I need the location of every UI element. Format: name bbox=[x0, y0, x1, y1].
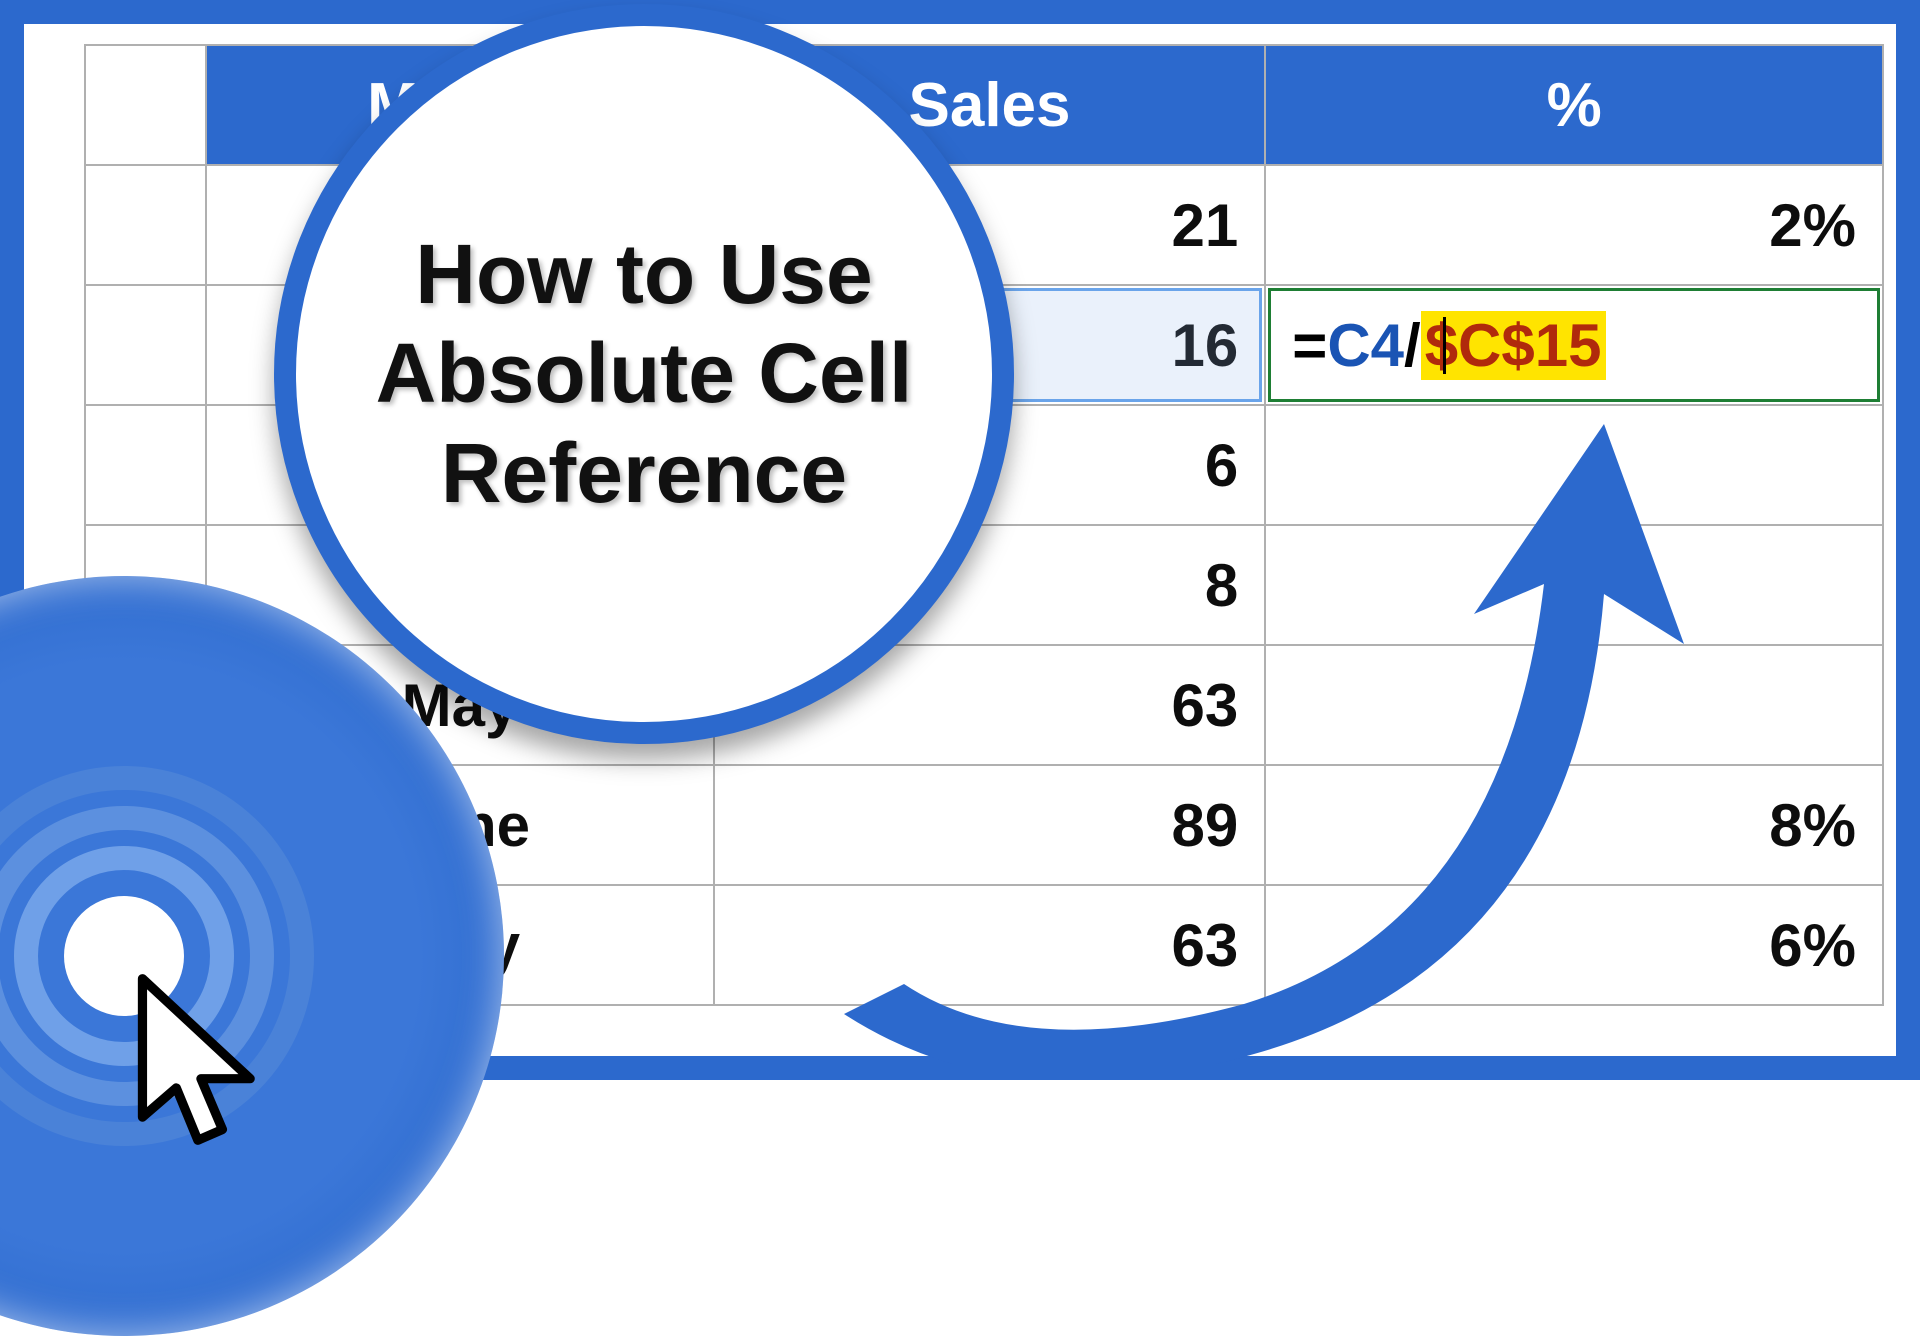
headline-line: Absolute Cell bbox=[376, 326, 913, 420]
cell-sales[interactable]: 63 bbox=[714, 885, 1266, 1005]
cell-pct[interactable] bbox=[1265, 525, 1883, 645]
headline-line: How to Use bbox=[415, 227, 872, 321]
cell-pct[interactable] bbox=[1265, 645, 1883, 765]
cell-pct[interactable]: 2% bbox=[1265, 165, 1883, 285]
headline-line: Reference bbox=[441, 426, 847, 520]
brand-logo bbox=[0, 576, 504, 1336]
gutter-cell bbox=[85, 285, 206, 405]
formula-absolute-ref-text: $C$15 bbox=[1425, 312, 1602, 379]
headline-text: How to Use Absolute Cell Reference bbox=[376, 225, 913, 522]
formula-operator: / bbox=[1404, 311, 1421, 380]
gutter-cell bbox=[85, 45, 206, 165]
cell-pct[interactable]: 6% bbox=[1265, 885, 1883, 1005]
cell-sales[interactable]: 89 bbox=[714, 765, 1266, 885]
formula-content: =C4/$C$15 bbox=[1292, 311, 1605, 380]
formula-prefix: = bbox=[1292, 311, 1327, 380]
cell-pct[interactable]: 8% bbox=[1265, 765, 1883, 885]
gutter-cell bbox=[85, 405, 206, 525]
text-caret bbox=[1443, 317, 1446, 374]
header-pct: % bbox=[1265, 45, 1883, 165]
cell-pct[interactable] bbox=[1265, 405, 1883, 525]
logo-rings bbox=[0, 576, 504, 1336]
thumbnail-frame: Month Sales % January 21 2% February 16 bbox=[0, 0, 1920, 1080]
formula-relative-ref: C4 bbox=[1327, 311, 1404, 380]
spreadsheet-surface: Month Sales % January 21 2% February 16 bbox=[24, 24, 1896, 1056]
cell-formula-editing[interactable]: =C4/$C$15 bbox=[1265, 285, 1883, 405]
cursor-icon bbox=[124, 971, 284, 1171]
gutter-cell bbox=[85, 165, 206, 285]
formula-absolute-ref: $C$15 bbox=[1421, 311, 1606, 380]
